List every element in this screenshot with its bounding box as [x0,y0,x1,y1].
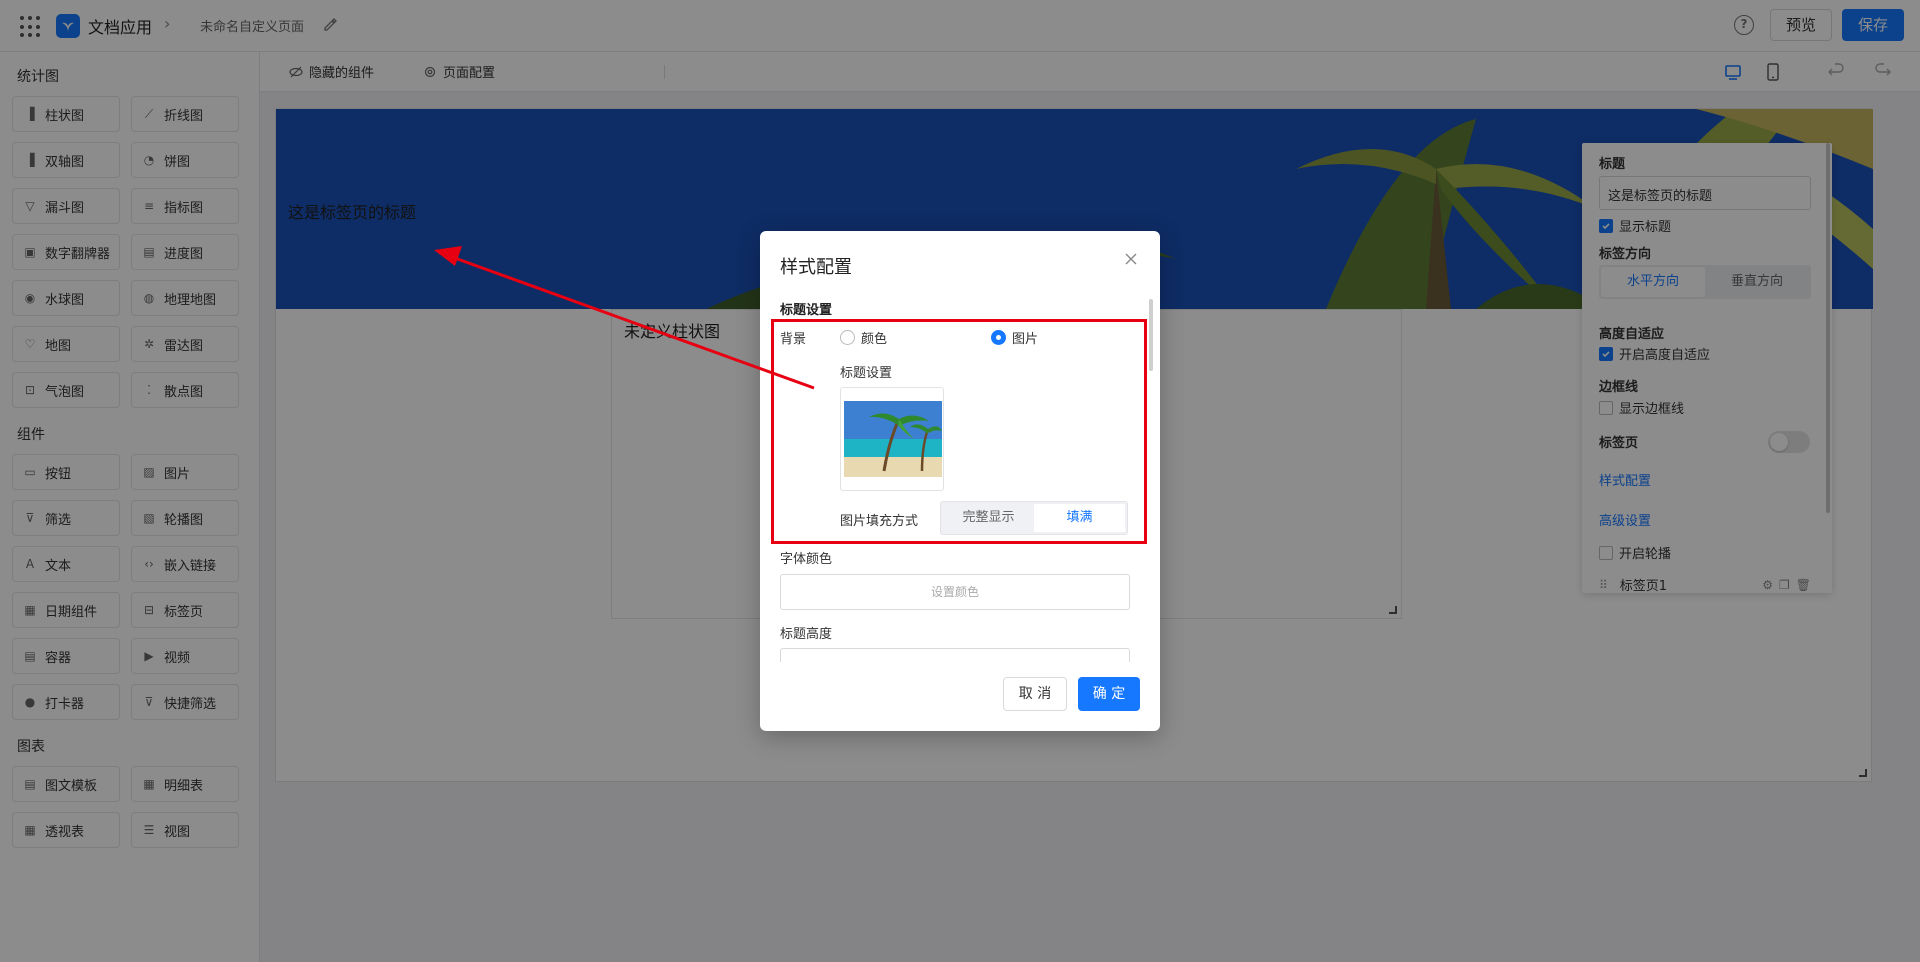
close-icon[interactable] [1123,251,1139,267]
font-color-input[interactable]: 设置颜色 [780,574,1130,610]
confirm-button[interactable]: 确 定 [1078,677,1140,711]
modal-scrollbar[interactable] [1149,299,1153,371]
title-height-input[interactable] [780,648,1130,662]
annotation-highlight-box [771,319,1147,544]
title-settings-section: 标题设置 [780,303,833,318]
font-color-label: 字体颜色 [780,552,833,567]
modal-title: 样式配置 [780,257,852,278]
title-height-label: 标题高度 [780,627,833,642]
cancel-button[interactable]: 取 消 [1003,677,1067,711]
